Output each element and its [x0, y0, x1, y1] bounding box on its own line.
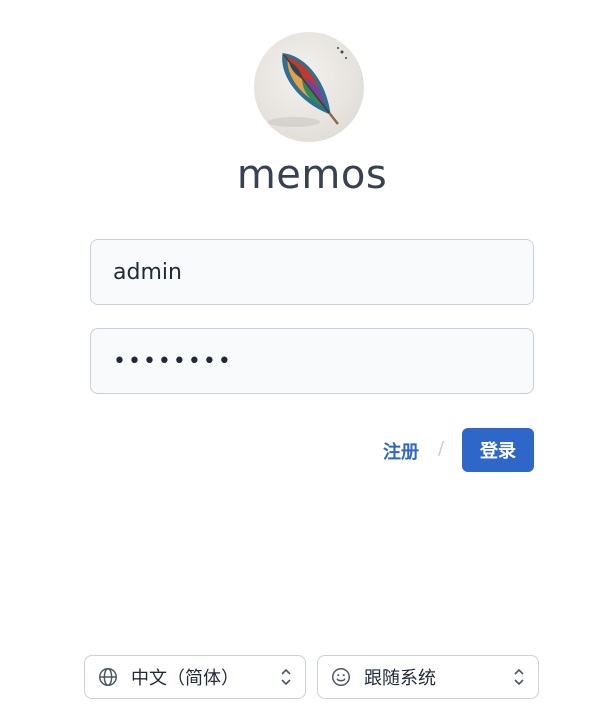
smiley-icon	[332, 668, 350, 686]
theme-select-value: 跟随系统	[364, 668, 436, 689]
action-separator: /	[438, 438, 445, 459]
app-title: memos	[236, 152, 388, 198]
password-input[interactable]	[90, 328, 534, 394]
chevron-updown-icon	[281, 668, 291, 686]
globe-icon	[99, 668, 117, 686]
theme-select[interactable]: 跟随系统	[317, 655, 539, 699]
language-select[interactable]: 中文（简体）	[84, 655, 306, 699]
feather-icon	[268, 47, 347, 127]
login-button[interactable]: 登录	[462, 428, 534, 472]
login-page: memos 注册 / 登录 中文（简体） 跟随系统	[0, 0, 600, 713]
chevron-updown-icon	[514, 668, 524, 686]
app-logo	[254, 32, 364, 142]
username-input[interactable]	[90, 239, 534, 305]
signup-link[interactable]: 注册	[383, 438, 419, 464]
language-select-value: 中文（简体）	[131, 668, 239, 689]
